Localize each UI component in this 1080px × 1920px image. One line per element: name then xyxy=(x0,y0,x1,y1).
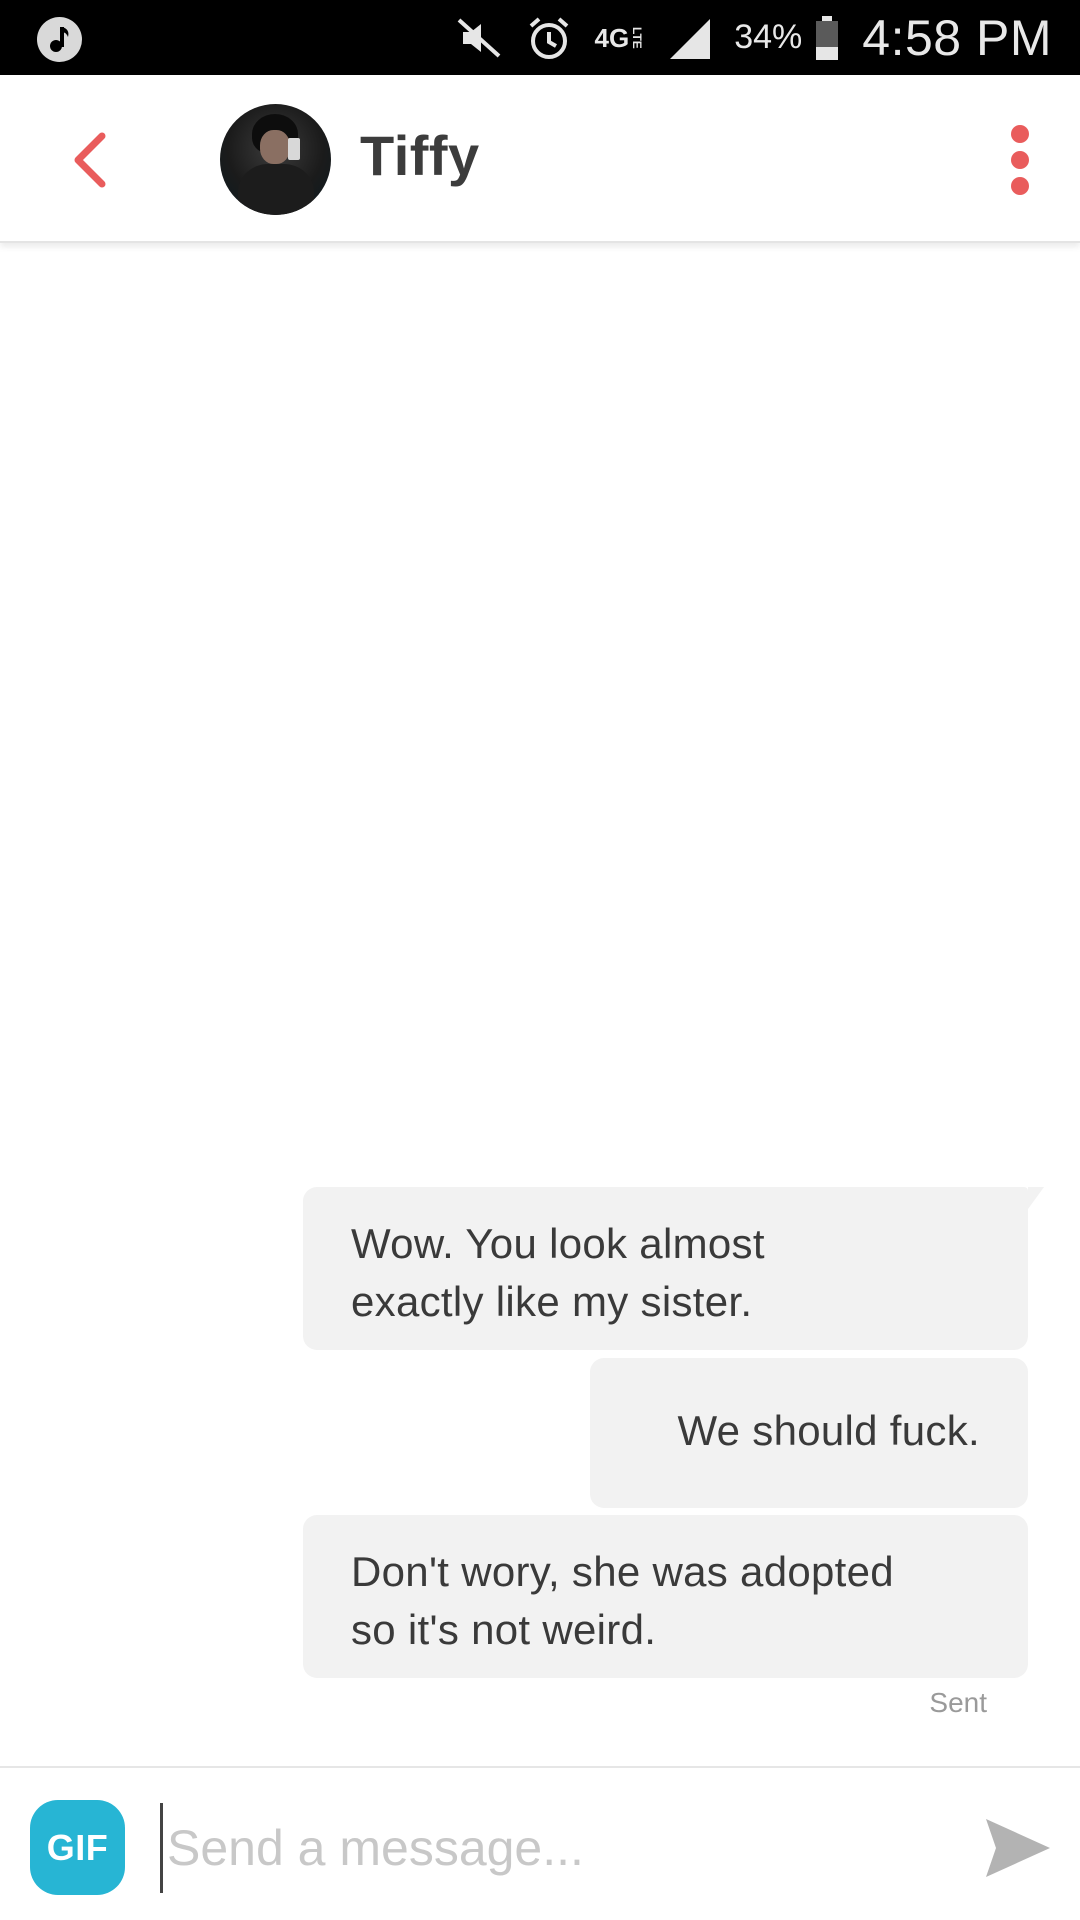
send-icon xyxy=(986,1819,1050,1877)
message-bubble[interactable]: Don't wory, she was adopted so it's not … xyxy=(303,1515,1028,1678)
network-indicator: 4G LTE xyxy=(595,25,645,51)
chevron-left-icon xyxy=(74,132,106,188)
message-text-line: We should fuck. xyxy=(677,1407,980,1454)
chat-header: Tiffy xyxy=(0,75,1080,243)
message-text-line: so it's not weird. xyxy=(351,1606,657,1653)
mute-icon xyxy=(455,14,503,62)
battery-percent: 34% xyxy=(734,18,803,56)
contact-name[interactable]: Tiffy xyxy=(360,123,480,188)
message-list[interactable]: Wow. You look almost exactly like my sis… xyxy=(0,245,1080,1765)
more-options-button[interactable] xyxy=(990,115,1050,205)
battery-icon xyxy=(814,14,840,62)
sent-status: Sent xyxy=(929,1687,987,1718)
message-text-line: Wow. You look almost xyxy=(351,1220,765,1267)
alarm-icon xyxy=(525,14,573,62)
signal-icon xyxy=(666,15,712,61)
status-icons: 4G LTE 34% 4:58 PM xyxy=(455,0,1052,75)
message-text-line: exactly like my sister. xyxy=(351,1278,753,1325)
send-button[interactable] xyxy=(978,1808,1058,1888)
message-bubble[interactable]: Wow. You look almost exactly like my sis… xyxy=(303,1187,1044,1350)
avatar[interactable] xyxy=(220,104,331,215)
network-label: 4G xyxy=(594,22,630,53)
message-composer: GIF xyxy=(0,1766,1080,1920)
message-text-line: Don't wory, she was adopted xyxy=(351,1548,894,1595)
message-bubble[interactable]: We should fuck. xyxy=(590,1358,1028,1508)
status-bar: 4G LTE 34% 4:58 PM xyxy=(0,0,1080,75)
gif-button[interactable]: GIF xyxy=(30,1800,125,1895)
network-sub-label: LTE xyxy=(630,26,645,49)
back-button[interactable] xyxy=(55,120,125,200)
message-input[interactable] xyxy=(160,1803,960,1893)
music-note-icon xyxy=(37,17,82,62)
more-vertical-icon xyxy=(1011,125,1029,195)
status-time: 4:58 PM xyxy=(862,9,1052,66)
